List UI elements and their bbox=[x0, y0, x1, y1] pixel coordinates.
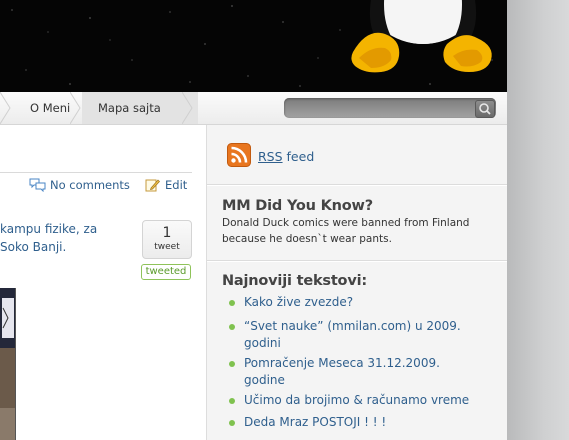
tweet-label: tweet bbox=[154, 242, 180, 252]
rss-abbr: RSS bbox=[258, 149, 283, 164]
latest-post-title-cont: godini bbox=[244, 336, 281, 350]
nav-item-mapa-sajta[interactable]: Mapa sajta bbox=[82, 92, 198, 124]
latest-post-link[interactable]: “Svet nauke” (mmilan.com) u 2009. godini bbox=[244, 318, 461, 352]
comments-link[interactable]: No comments bbox=[29, 178, 130, 192]
browser-background bbox=[507, 0, 569, 440]
latest-post-title: Učimo da brojimo & računamo vreme bbox=[244, 393, 470, 407]
edit-link[interactable]: Edit bbox=[145, 178, 187, 192]
post-meta-divider bbox=[0, 172, 192, 173]
comment-bubble-icon bbox=[29, 178, 46, 192]
magnifier-icon bbox=[479, 103, 491, 115]
sidebar-divider bbox=[207, 184, 507, 185]
tweeted-badge[interactable]: tweeted bbox=[141, 264, 191, 280]
latest-post-link[interactable]: Kako žive zvezde? bbox=[244, 294, 353, 311]
nav-chevron-separator bbox=[182, 92, 193, 124]
list-bullet-icon bbox=[229, 420, 235, 426]
latest-post-title: Deda Mraz POSTOJI ! ! ! bbox=[244, 415, 387, 429]
latest-post-link[interactable]: Deda Mraz POSTOJI ! ! ! bbox=[244, 414, 386, 431]
did-you-know-title: MM Did You Know? bbox=[222, 198, 373, 214]
post-thumbnail-art bbox=[0, 288, 15, 440]
latest-post-title: Kako žive zvezde? bbox=[244, 295, 354, 309]
nav-item-label: O Meni bbox=[30, 101, 71, 115]
list-bullet-icon bbox=[229, 398, 235, 404]
sidebar-divider bbox=[207, 260, 507, 261]
tweet-count: 1 bbox=[162, 225, 172, 241]
nav-chevron-separator bbox=[0, 92, 11, 124]
latest-posts-title: Najnoviji tekstovi: bbox=[222, 273, 367, 289]
nav-item-o-meni[interactable]: O Meni bbox=[14, 92, 70, 124]
latest-post-title: Pomračenje Meseca 31.12.2009. bbox=[244, 356, 440, 370]
edit-pencil-icon bbox=[145, 179, 160, 192]
post-thumbnail-image[interactable] bbox=[0, 288, 16, 440]
edit-link-label: Edit bbox=[165, 178, 188, 192]
latest-post-link[interactable]: Pomračenje Meseca 31.12.2009. godine bbox=[244, 355, 440, 389]
latest-post-title: “Svet nauke” (mmilan.com) u 2009. bbox=[244, 319, 461, 333]
rss-feed-link[interactable]: RSS feed bbox=[258, 149, 314, 164]
search-input[interactable] bbox=[284, 98, 496, 118]
list-bullet-icon bbox=[229, 300, 235, 306]
site-header bbox=[0, 0, 507, 92]
did-you-know-text: Donald Duck comics were banned from Finl… bbox=[222, 217, 470, 229]
post-excerpt-line[interactable]: kampu fizike, za bbox=[0, 220, 97, 238]
page: O Meni Mapa sajta No comments Edit kampu… bbox=[0, 0, 507, 440]
rss-label: feed bbox=[282, 149, 315, 164]
tux-mascot-image bbox=[351, 0, 492, 73]
post-excerpt-line[interactable]: Soko Banji. bbox=[0, 238, 66, 256]
tweet-count-button[interactable]: 1 tweet bbox=[142, 220, 192, 259]
nav-item-label: Mapa sajta bbox=[98, 101, 161, 115]
search-button[interactable] bbox=[475, 100, 495, 118]
latest-post-link[interactable]: Učimo da brojimo & računamo vreme bbox=[244, 392, 469, 409]
list-bullet-icon bbox=[229, 361, 235, 367]
list-bullet-icon bbox=[229, 324, 235, 330]
latest-post-title-cont: godine bbox=[244, 373, 285, 387]
did-you-know-text: because he doesn`t wear pants. bbox=[222, 233, 392, 245]
comments-link-label: No comments bbox=[50, 178, 130, 192]
rss-feed-icon[interactable] bbox=[227, 143, 251, 167]
